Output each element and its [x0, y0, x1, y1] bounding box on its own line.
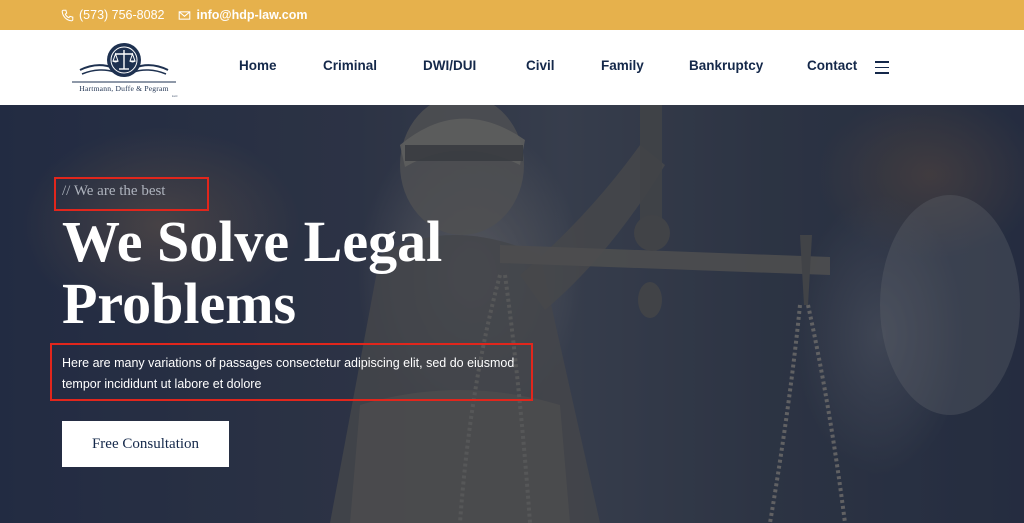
- email-link[interactable]: info@hdp-law.com: [178, 8, 308, 22]
- annotation-highlight-box: [54, 177, 209, 211]
- nav-item-family[interactable]: Family: [601, 58, 644, 73]
- free-consultation-button[interactable]: Free Consultation: [62, 421, 229, 467]
- contact-topbar: (573) 756-8082 info@hdp-law.com: [0, 0, 1024, 30]
- email-address: info@hdp-law.com: [196, 8, 308, 22]
- hero-headline: We Solve Legal Problems: [62, 209, 443, 336]
- hamburger-menu-icon[interactable]: [875, 61, 889, 74]
- nav-item-home[interactable]: Home: [239, 58, 277, 73]
- hero-section: // We are the best We Solve Legal Proble…: [0, 105, 1024, 523]
- phone-number: (573) 756-8082: [79, 8, 165, 22]
- nav-item-dwi-dui[interactable]: DWI/DUI: [423, 58, 476, 73]
- main-navigation: Home Criminal DWI/DUI Civil Family Bankr…: [0, 30, 1024, 105]
- phone-link[interactable]: (573) 756-8082: [61, 8, 164, 22]
- phone-icon: [61, 9, 74, 21]
- envelope-icon: [179, 10, 191, 20]
- annotation-highlight-box: [50, 343, 533, 401]
- nav-item-contact[interactable]: Contact: [807, 58, 857, 73]
- nav-item-criminal[interactable]: Criminal: [323, 58, 377, 73]
- nav-item-bankruptcy[interactable]: Bankruptcy: [689, 58, 763, 73]
- site-header: Hartmann, Duffe & Pegram LLC Home Crimin…: [0, 30, 1024, 105]
- nav-item-civil[interactable]: Civil: [526, 58, 555, 73]
